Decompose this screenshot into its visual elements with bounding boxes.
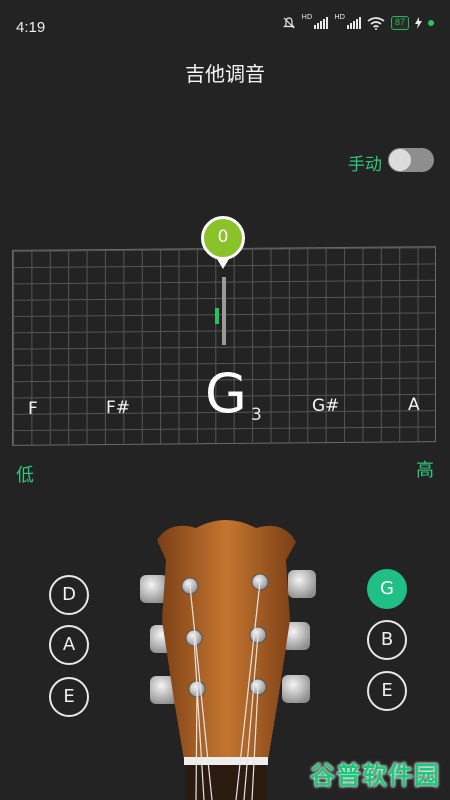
battery-indicator: 87 — [390, 16, 409, 30]
pitch-level-indicator — [215, 308, 219, 324]
mute-bell-icon — [282, 17, 295, 29]
string-button-low-e[interactable]: E — [49, 677, 89, 717]
watermark: 谷普软件园 — [309, 761, 440, 790]
string-button-b[interactable]: B — [367, 620, 407, 660]
manual-mode-toggle[interactable] — [388, 148, 434, 172]
tuning-pegs-right — [282, 570, 316, 703]
signal-icon-2 — [346, 17, 361, 29]
status-bar: 4:19 HD HD 87 — [0, 0, 450, 40]
string-button-g[interactable]: G — [367, 569, 407, 609]
note-label-a: A — [408, 395, 420, 415]
charging-icon — [415, 17, 422, 29]
hd-label: HD — [301, 13, 313, 21]
hd-label-2: HD — [334, 13, 345, 21]
status-time: 4:19 — [16, 19, 46, 36]
string-button-d[interactable]: D — [49, 575, 89, 615]
wifi-icon — [367, 16, 385, 30]
tuning-pegs-left — [140, 575, 178, 704]
manual-mode-label: 手动 — [348, 155, 382, 175]
string-button-high-e[interactable]: E — [367, 671, 407, 711]
note-label-f-sharp: F# — [106, 398, 131, 418]
page-title: 吉他调音 — [185, 62, 265, 86]
tuning-needle — [222, 277, 226, 345]
current-note: G — [205, 362, 247, 425]
current-octave: 3 — [251, 405, 262, 425]
low-label: 低 — [16, 465, 34, 486]
note-label-f: F — [28, 399, 38, 419]
notification-dot — [428, 20, 434, 26]
high-label: 高 — [416, 460, 434, 481]
string-button-a[interactable]: A — [49, 625, 89, 665]
status-icons: HD HD 87 — [282, 13, 434, 31]
note-label-g-sharp: G# — [312, 396, 340, 416]
signal-icon — [314, 17, 329, 29]
cents-offset-bubble: 0 — [201, 216, 245, 269]
